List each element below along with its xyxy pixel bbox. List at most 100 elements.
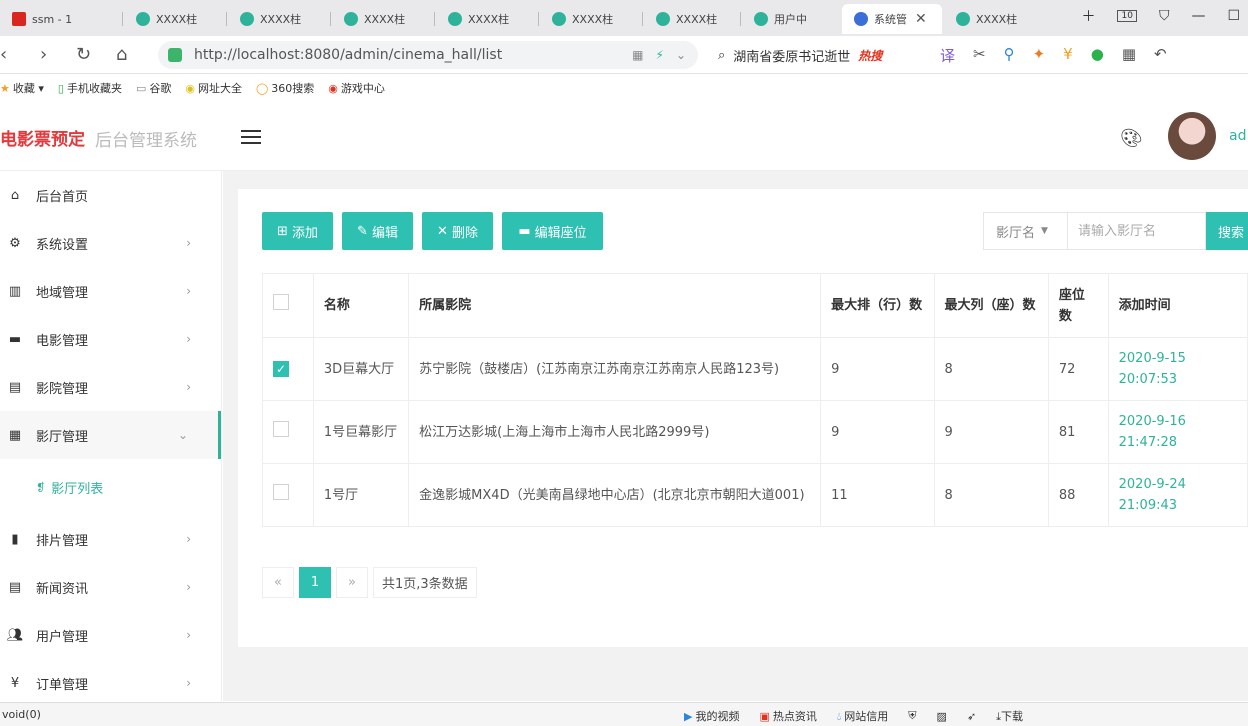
tab-count-badge[interactable]: 10 xyxy=(1117,10,1137,22)
sidebar-item-cinemas[interactable]: ▤ 影院管理 › xyxy=(0,363,221,411)
bookmark-item[interactable]: ◯ 360搜索 xyxy=(256,80,314,96)
brand-subtitle: 后台管理系统 xyxy=(95,131,197,151)
undo-icon[interactable]: ↶ xyxy=(1154,45,1167,66)
browser-tabbar: ssm - 1 XXXX柱 XXXX柱 XXXX柱 XXXX柱 XXXX柱 XX… xyxy=(0,0,1248,36)
image-icon[interactable]: ▨ xyxy=(937,710,947,723)
minimize-icon[interactable]: — xyxy=(1191,8,1205,24)
browser-tab[interactable]: 用户中 xyxy=(742,4,842,34)
browser-tab[interactable]: XXXX柱 xyxy=(124,4,224,34)
coin-icon[interactable]: ¥ xyxy=(1063,45,1073,66)
shield-icon[interactable]: ⛨ xyxy=(908,709,916,723)
qr-icon[interactable]: ▦ xyxy=(632,48,643,62)
search-button[interactable]: 搜索 xyxy=(1206,212,1248,250)
url-field[interactable]: http://localhost:8080/admin/cinema_hall/… xyxy=(158,41,698,69)
pagination: « 1 » 共1页,3条数据 xyxy=(262,567,477,598)
translate-icon[interactable]: 译 xyxy=(940,45,955,66)
status-link-text: void(0) xyxy=(2,708,41,721)
col-seats: 座位数 xyxy=(1047,273,1109,338)
site-credit-link[interactable]: 💧︎ 网站信用 xyxy=(837,708,888,724)
hall-name-search-input[interactable] xyxy=(1068,212,1206,250)
row-checkbox[interactable] xyxy=(273,483,289,500)
new-tab-icon[interactable]: ＋ xyxy=(1081,6,1095,26)
sidebar-item-orders[interactable]: ¥ 订单管理 › xyxy=(0,659,221,701)
bookmark-item[interactable]: ◉ 游戏中心 xyxy=(328,80,385,96)
row-checkbox[interactable] xyxy=(273,420,289,437)
caret-down-icon: ▼ xyxy=(1041,226,1048,236)
maximize-icon[interactable]: ☐ xyxy=(1227,8,1240,24)
back-icon[interactable]: ‹ xyxy=(0,44,7,65)
security-shield-icon xyxy=(168,48,182,62)
sidebar-item-news[interactable]: ▤ 新闻资讯 › xyxy=(0,563,221,611)
list-card: ⊞添加 ✎编辑 ✕删除 ▬编辑座位 影厅名 ▼ 搜索 名称 xyxy=(238,189,1248,647)
page-1-button[interactable]: 1 xyxy=(299,567,331,598)
refresh-icon[interactable]: ↻ xyxy=(76,44,91,65)
hall-icon: ▦ xyxy=(8,427,22,443)
bookmark-item[interactable]: ★ 收藏 ▾ xyxy=(0,80,44,96)
edit-button[interactable]: ✎ 编辑 xyxy=(342,212,413,250)
home-icon[interactable]: ⌂ xyxy=(116,44,127,65)
bookmark-item[interactable]: ▯ 手机收藏夹 xyxy=(58,80,122,96)
search-hint[interactable]: ⌕ 湖南省委原书记逝世 热搜 xyxy=(718,46,882,65)
next-page-button[interactable]: » xyxy=(336,567,368,598)
users-icon: 👥︎ xyxy=(6,627,24,643)
bookmark-item[interactable]: ◉ 网址大全 xyxy=(185,80,242,96)
edit-seats-button[interactable]: ▬ 编辑座位 xyxy=(502,212,603,250)
sidebar-item-movies[interactable]: ▬ 电影管理 › xyxy=(0,315,221,363)
max-cols: 8 xyxy=(933,463,1049,527)
shirt-icon[interactable]: ⛉ xyxy=(1159,8,1170,24)
rocket-icon[interactable]: ➶ xyxy=(967,710,976,723)
max-rows: 9 xyxy=(820,337,935,401)
browser-tab[interactable]: XXXX柱 xyxy=(436,4,536,34)
sidebar-item-users[interactable]: 👥︎ 用户管理 › xyxy=(0,611,221,659)
menu-toggle-icon[interactable] xyxy=(241,130,261,144)
site-favicon xyxy=(552,12,566,26)
table-row[interactable]: ✓ 3D巨幕大厅 苏宁影院（鼓楼店）(江苏南京江苏南京江苏南京人民路123号) … xyxy=(262,337,1248,401)
col-max-cols: 最大列（座）数 xyxy=(933,273,1049,338)
download-link[interactable]: ⤓下载 xyxy=(996,708,1023,724)
browser-tab[interactable]: XXXX柱 xyxy=(228,4,328,34)
close-tab-icon[interactable]: ✕ xyxy=(915,11,927,27)
browser-tab[interactable]: XXXX柱 xyxy=(944,4,1044,34)
row-checkbox[interactable]: ✓ xyxy=(273,360,289,377)
sidebar-item-halls[interactable]: ▦ 影厅管理 ⌄ xyxy=(0,411,221,459)
max-cols: 8 xyxy=(933,337,1049,401)
browser-tab[interactable]: ssm - 1 xyxy=(0,4,120,34)
ssm-favicon xyxy=(12,12,26,26)
lightning-icon[interactable]: ⚡ xyxy=(656,48,664,62)
wechat-icon[interactable]: ● xyxy=(1091,45,1104,66)
address-bar: ‹ › ↻ ⌂ http://localhost:8080/admin/cine… xyxy=(0,36,1248,74)
chevron-right-icon: › xyxy=(186,332,191,346)
col-added-time: 添加时间 xyxy=(1107,273,1248,338)
delete-button[interactable]: ✕ 删除 xyxy=(422,212,493,250)
table-row[interactable]: 1号厅 金逸影城MX4D（光美南昌绿地中心店）(北京北京市朝阳大道001) 11… xyxy=(262,463,1248,527)
sidebar-item-home[interactable]: ⌂ 后台首页 xyxy=(0,171,221,219)
avatar[interactable] xyxy=(1168,112,1216,160)
select-all-checkbox[interactable] xyxy=(273,294,289,310)
filter-field-select[interactable]: 影厅名 ▼ xyxy=(983,212,1068,250)
scissors-icon[interactable]: ✂ xyxy=(973,45,986,66)
sidebar-item-schedule[interactable]: ▮ 排片管理 › xyxy=(0,515,221,563)
browser-tab[interactable]: XXXX柱 xyxy=(644,4,740,34)
username[interactable]: ad xyxy=(1229,128,1246,144)
prev-page-button[interactable]: « xyxy=(262,567,294,598)
table-row[interactable]: 1号巨幕影厅 松江万达影城(上海上海市上海市人民北路2999号) 9 9 81 … xyxy=(262,400,1248,464)
extension-icons: 译 ✂ ⚲ ✦ ¥ ● ▦ ↶ xyxy=(940,45,1167,66)
sidebar: ⌂ 后台首页 ⚙ 系统设置 › ▥ 地域管理 › ▬ 电影管理 › ▤ 影院管理… xyxy=(0,171,222,701)
browser-tab-active[interactable]: 系统管 ✕ xyxy=(842,4,942,34)
my-videos-link[interactable]: ▶ 我的视频 xyxy=(684,708,739,724)
magnifier-icon[interactable]: ⚲ xyxy=(1004,45,1015,66)
sidebar-subitem-hall-list[interactable]: ❡ 影厅列表 xyxy=(0,459,221,515)
sidebar-item-settings[interactable]: ⚙ 系统设置 › xyxy=(0,219,221,267)
browser-tab[interactable]: XXXX柱 xyxy=(540,4,640,34)
apps-grid-icon[interactable]: ▦ xyxy=(1122,45,1136,66)
hot-news-link[interactable]: ▣ 热点资讯 xyxy=(759,708,816,724)
browser-tab[interactable]: XXXX柱 xyxy=(332,4,432,34)
sidebar-item-region[interactable]: ▥ 地域管理 › xyxy=(0,267,221,315)
palette-icon[interactable]: 🎨︎ xyxy=(1120,128,1143,149)
chevron-down-icon[interactable]: ⌄ xyxy=(676,48,686,62)
site-favicon xyxy=(344,12,358,26)
forward-icon[interactable]: › xyxy=(40,44,47,65)
add-button[interactable]: ⊞ 添加 xyxy=(262,212,333,250)
game-icon[interactable]: ✦ xyxy=(1033,45,1046,66)
bookmark-item[interactable]: ▭ 谷歌 xyxy=(136,80,171,96)
